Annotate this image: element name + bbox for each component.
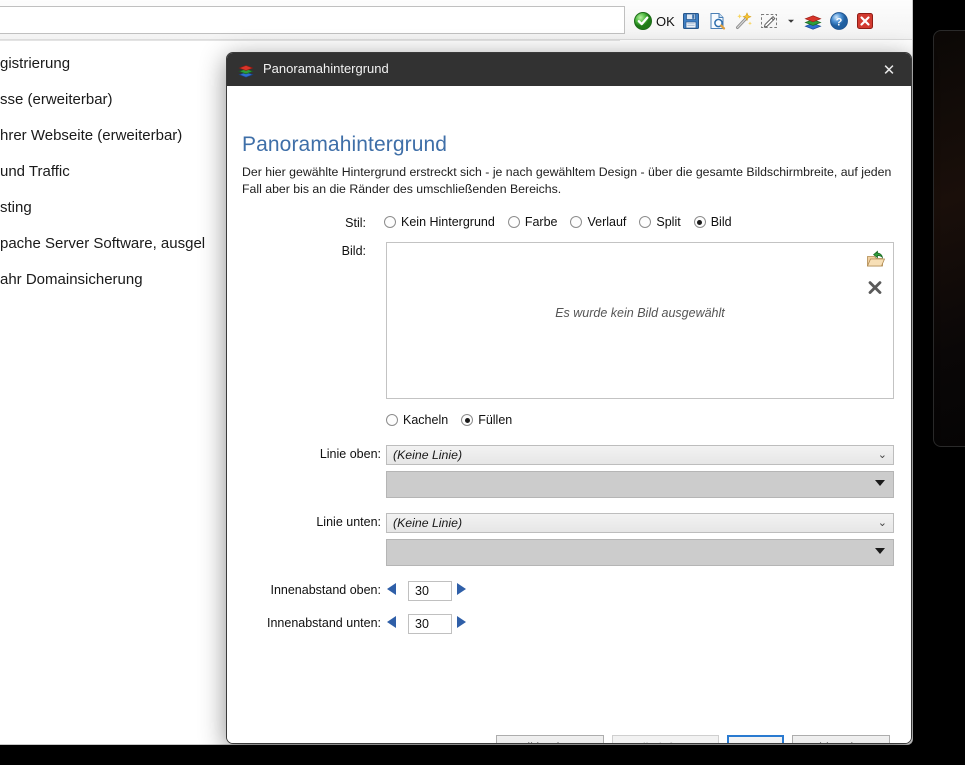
panorama-background-dialog: Panoramahintergrund ✕ Panoramahintergrun… (226, 52, 912, 744)
radio-label: Kein Hintergrund (401, 215, 495, 229)
preview-document-icon[interactable] (707, 11, 727, 31)
dialog-description: Der hier gewählte Hintergrund erstreckt … (242, 165, 892, 196)
radio-split[interactable]: Split (639, 215, 681, 229)
padding-bottom-decrement-icon[interactable] (387, 616, 396, 628)
padding-bottom-input[interactable]: 30 (408, 614, 452, 634)
line-top-label: Linie oben: (319, 447, 381, 461)
radio-farbe[interactable]: Farbe (507, 215, 558, 229)
radio-dot-icon (386, 414, 398, 426)
radio-kein-hintergrund[interactable]: Kein Hintergrund (384, 215, 495, 229)
layers-app-icon (237, 61, 255, 79)
image-preview-box[interactable]: Es wurde kein Bild ausgewählt (386, 242, 894, 399)
radio-dot-icon (693, 216, 706, 228)
help-icon[interactable]: ? (829, 11, 849, 31)
line-top-value: (Keine Linie) (393, 448, 463, 462)
svg-text:?: ? (835, 17, 842, 29)
radio-label: Kacheln (403, 413, 449, 427)
style-radio-group: Kein Hintergrund Farbe Verlauf Split Bil… (384, 215, 732, 229)
fit-radio-group: Kacheln Füllen (386, 413, 512, 427)
radio-label: Füllen (478, 413, 513, 427)
ok-button[interactable]: OK (727, 735, 784, 743)
toolbar-icon-group: OK ? (633, 8, 875, 34)
line-top-select[interactable]: (Keine Linie) ⌄ (386, 445, 894, 465)
toolbar-divider (0, 40, 620, 41)
chevron-down-icon: ⌄ (877, 517, 887, 529)
radio-kacheln[interactable]: Kacheln (386, 413, 448, 427)
radio-dot-icon (639, 216, 652, 228)
style-row-label: Stil: (345, 216, 366, 230)
close-button[interactable]: ✕ (867, 53, 911, 86)
copy-style-button[interactable]: Stil kopieren (496, 735, 604, 743)
line-bottom-value: (Keine Linie) (393, 516, 463, 530)
edit-selection-icon[interactable] (759, 11, 779, 31)
radio-label: Split (656, 215, 681, 229)
line-top-color-select[interactable] (386, 471, 894, 498)
chevron-down-icon[interactable] (785, 11, 797, 31)
line-bottom-select[interactable]: (Keine Linie) ⌄ (386, 513, 894, 533)
chevron-down-icon: ⌄ (877, 449, 887, 461)
padding-top-label: Innenabstand oben: (270, 583, 381, 597)
cancel-button[interactable]: Abbrechen (792, 735, 890, 743)
radio-fuellen[interactable]: Füllen (461, 413, 512, 427)
magic-wand-icon[interactable] (733, 11, 753, 31)
radio-dot-icon (384, 216, 396, 228)
save-icon[interactable] (681, 11, 701, 31)
open-image-icon[interactable] (865, 249, 886, 269)
radio-label: Farbe (524, 215, 558, 229)
radio-bild[interactable]: Bild (693, 215, 732, 229)
padding-top-decrement-icon[interactable] (387, 583, 396, 595)
dialog-titlebar: Panoramahintergrund ✕ (227, 53, 911, 86)
ok-check-icon (633, 11, 653, 31)
background-toolbar: ngen OK (0, 0, 912, 40)
padding-top-input[interactable]: 30 (408, 581, 452, 601)
close-icon[interactable] (855, 11, 875, 31)
radio-dot-icon (507, 216, 520, 228)
search-input[interactable]: ngen (0, 6, 625, 34)
line-bottom-label: Linie unten: (316, 515, 381, 529)
image-empty-text: Es wurde kein Bild ausgewählt (555, 306, 725, 320)
radio-verlauf[interactable]: Verlauf (570, 215, 626, 229)
padding-top-increment-icon[interactable] (457, 583, 466, 595)
padding-bottom-label: Innenabstand unten: (267, 616, 381, 630)
page-title: Panoramahintergrund (242, 133, 448, 156)
image-row-label: Bild: (341, 244, 366, 258)
toolbar-ok-button[interactable]: OK (633, 11, 675, 31)
dialog-body: Panoramahintergrund Der hier gewählte Hi… (227, 86, 911, 743)
radio-dot-icon (461, 414, 474, 426)
clear-image-icon[interactable] (866, 279, 884, 297)
padding-bottom-increment-icon[interactable] (457, 616, 466, 628)
radio-label: Bild (710, 215, 732, 229)
line-bottom-color-select[interactable] (386, 539, 894, 566)
chevron-down-icon (875, 548, 885, 554)
layers-icon[interactable] (803, 11, 823, 31)
background-dark-window (933, 30, 965, 447)
chevron-down-icon (875, 480, 885, 486)
radio-label: Verlauf (587, 215, 627, 229)
dialog-title: Panoramahintergrund (263, 61, 389, 76)
paste-style-button[interactable]: Stil einfügen (612, 735, 719, 743)
toolbar-ok-label: OK (656, 13, 675, 29)
radio-dot-icon (570, 216, 583, 228)
